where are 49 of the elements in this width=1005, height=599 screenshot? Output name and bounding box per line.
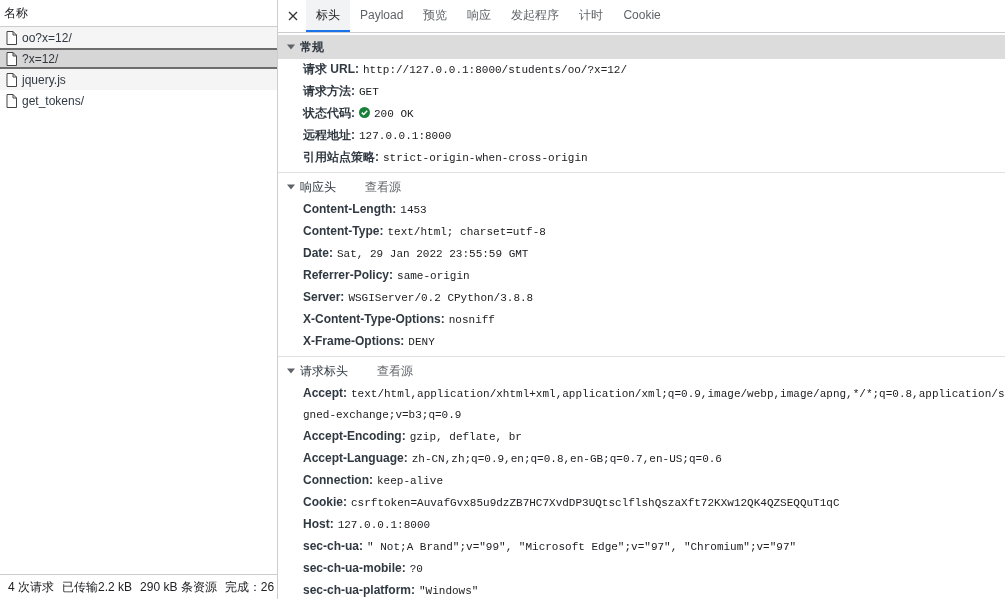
column-header[interactable]: 名称 [4, 4, 28, 22]
view-source-link[interactable]: 查看源 [377, 362, 413, 380]
tab[interactable]: 标头 [306, 0, 350, 32]
status-text: 290 kB 条资源 [140, 578, 217, 596]
tab[interactable]: 预览 [413, 0, 458, 32]
tab[interactable]: Cookie [613, 0, 671, 32]
header-row-text: sec-ch-ua-mobile: ?0 [302, 560, 424, 577]
tab[interactable]: 响应 [457, 0, 502, 32]
header-row-text: Referrer-Policy: same-origin [302, 267, 471, 284]
tab[interactable]: Payload [350, 0, 414, 32]
status-text: 4 次请求 [8, 578, 54, 596]
file-icon [6, 72, 17, 87]
header-row-text: Date: Sat, 29 Jan 2022 23:55:59 GMT [302, 245, 530, 262]
section-header[interactable]: 响应头 查看源 [278, 175, 1005, 199]
file-icon [6, 51, 17, 66]
header-row-text: 远程地址: 127.0.0.1:8000 [302, 127, 453, 144]
check-circle-icon [359, 107, 370, 118]
header-row-text: Accept-Language: zh-CN,zh;q=0.9,en;q=0.8,en-GB;q=0.7,en-US;q=0.6 [302, 450, 723, 467]
header-row-text: Server: WSGIServer/0.2 CPython/3.8.8 [302, 289, 535, 306]
header-row-text: 请求方法: GET [302, 83, 380, 100]
header-row-text: Cookie: csrftoken=AuvafGvx85u9dzZB7HC7XvdDP3UQtsclflshQszaXft72KXw12QK4QZSEQQuT1qC [302, 494, 841, 511]
view-source-link[interactable]: 查看源 [365, 178, 401, 196]
request-row[interactable]: ?x=12/ [0, 48, 277, 69]
tab[interactable]: 发起程序 [501, 0, 570, 32]
header-row-text: 引用站点策略: strict-origin-when-cross-origin [302, 149, 589, 166]
status-text: 已传输2.2 kB [62, 578, 133, 596]
request-row[interactable]: jquery.js [0, 69, 277, 90]
header-row-text: X-Content-Type-Options: nosniff [302, 311, 496, 328]
triangle-icon [287, 367, 295, 375]
header-row-text: sec-ch-ua: " Not;A Brand";v="99", "Microsoft Edge";v="97", "Chromium";v="97" [302, 538, 798, 555]
header-row-text: sec-ch-ua-platform: "Windows" [302, 582, 480, 599]
header-row-text: Content-Type: text/html; charset=utf-8 [302, 223, 547, 240]
section-header[interactable]: 常规 [278, 35, 1005, 59]
header-row-text: X-Frame-Options: DENY [302, 333, 436, 350]
request-row[interactable]: get_tokens/ [0, 90, 277, 111]
status-text: 完成：26 [224, 578, 275, 596]
header-row-text: Connection: keep-alive [302, 472, 444, 489]
tab[interactable]: 计时 [569, 0, 614, 32]
section-header[interactable]: 请求标头 查看源 [278, 359, 1005, 383]
header-row-text: Host: 127.0.0.1:8000 [302, 516, 432, 533]
triangle-icon [287, 43, 295, 51]
header-row-text: Content-Length: 1453 [302, 201, 428, 218]
request-row[interactable]: oo?x=12/ [0, 27, 277, 48]
file-icon [6, 30, 17, 45]
triangle-icon [287, 183, 295, 191]
header-row-text: 请求 URL: http://127.0.0.1:8000/students/oo/?x=12/ [302, 61, 629, 78]
file-icon [6, 93, 17, 108]
header-row-text: Accept-Encoding: gzip, deflate, br [302, 428, 523, 445]
header-row-text: 状态代码: 200 OK [301, 105, 415, 122]
